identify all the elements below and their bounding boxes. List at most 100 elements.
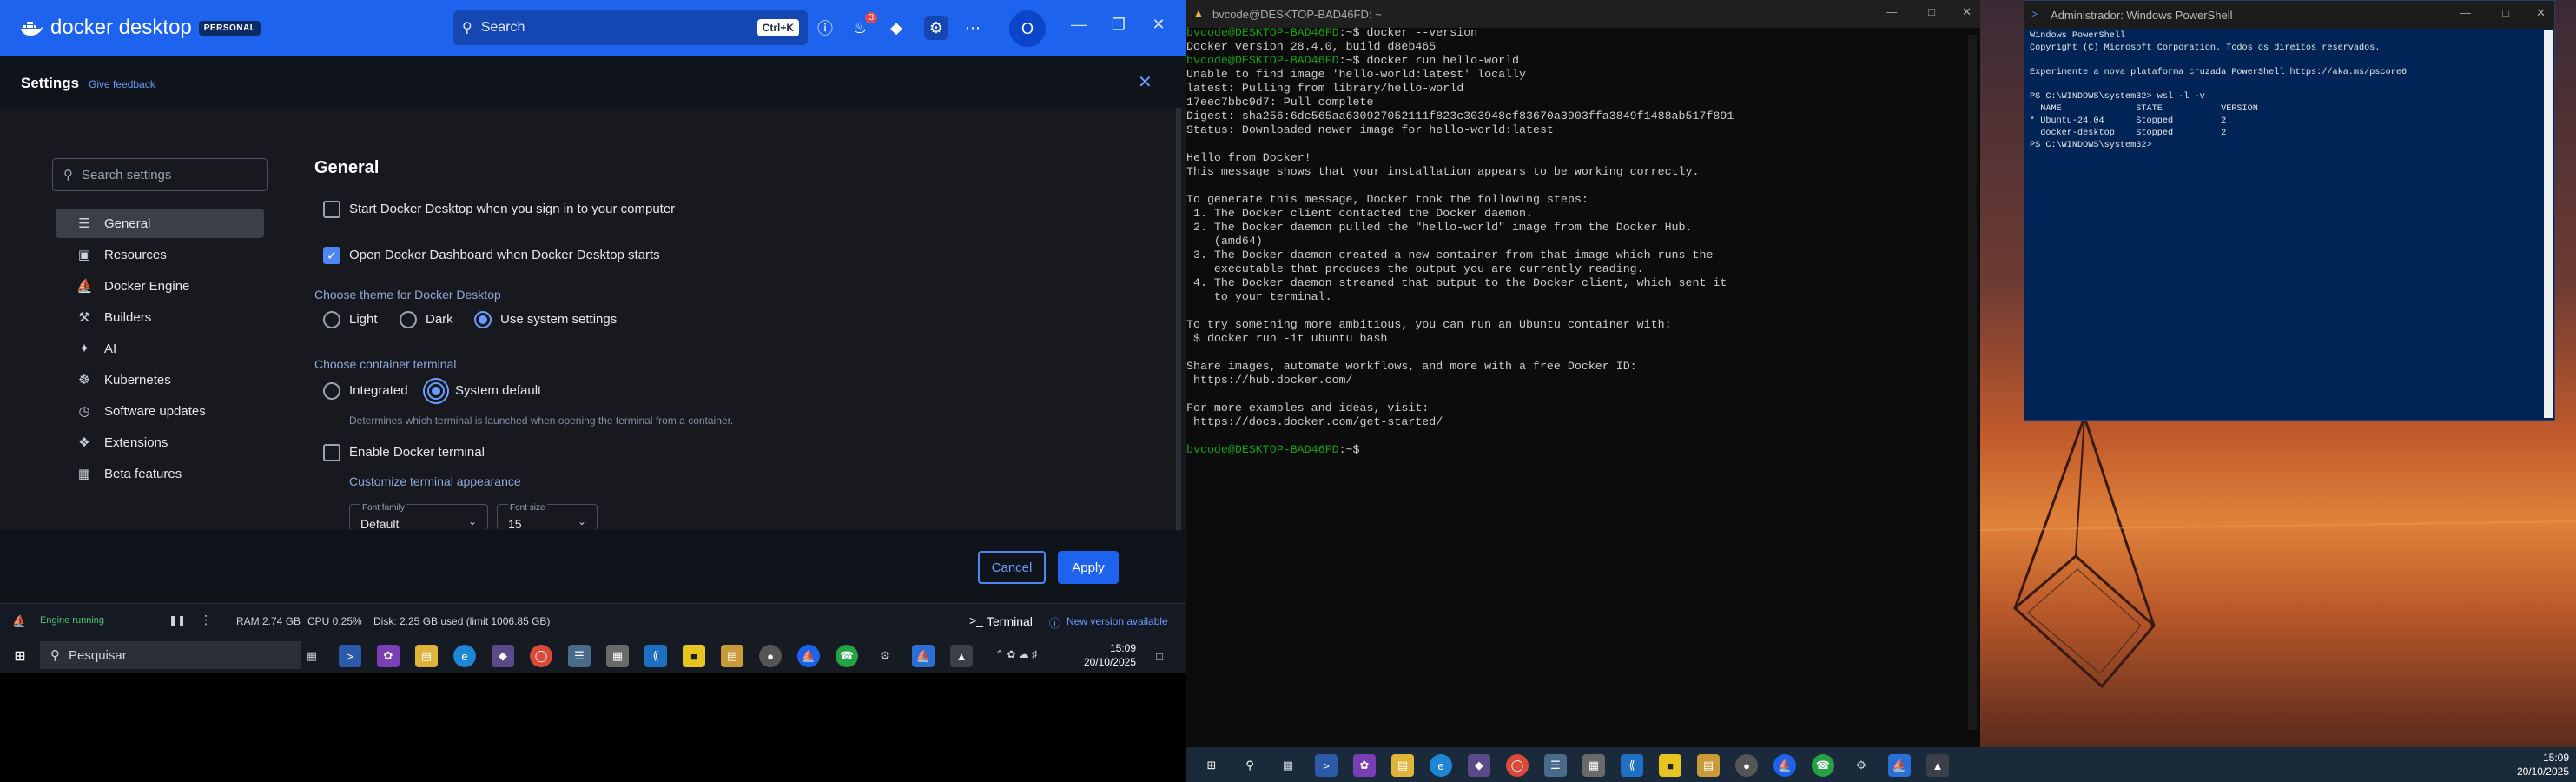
docker-active-icon[interactable]: ⛵ bbox=[912, 645, 935, 667]
windows-start-icon[interactable]: ⊞ bbox=[1200, 754, 1223, 777]
font-size-select[interactable]: Font size 15 ⌄ bbox=[497, 503, 598, 531]
terminal-icon: >_ bbox=[969, 613, 983, 627]
scrollbar[interactable] bbox=[1176, 108, 1181, 530]
theme-light-radio[interactable] bbox=[323, 311, 340, 328]
maximize-icon[interactable]: ❐ bbox=[1108, 16, 1129, 34]
calculator-icon[interactable]: ▦ bbox=[1582, 754, 1605, 777]
docker-icon[interactable]: ⛵ bbox=[797, 645, 820, 667]
theme-system-radio[interactable] bbox=[474, 311, 492, 328]
app-icon[interactable]: ◆ bbox=[1468, 754, 1490, 777]
settings-icon[interactable]: ⚙ bbox=[874, 645, 896, 667]
bell-icon[interactable]: ♨ 3 bbox=[848, 12, 877, 40]
close-settings-icon[interactable]: ✕ bbox=[1138, 71, 1153, 93]
linux-icon[interactable]: ▲ bbox=[1926, 754, 1949, 777]
maximize-icon[interactable]: □ bbox=[1928, 5, 1935, 18]
windows-start-icon[interactable]: ⊞ bbox=[9, 645, 31, 667]
sidebar-item-kubernetes[interactable]: ☸ Kubernetes bbox=[56, 365, 264, 394]
github-icon[interactable]: ● bbox=[759, 645, 782, 667]
apply-button[interactable]: Apply bbox=[1058, 551, 1119, 584]
sidebar-item-docker-engine[interactable]: ⛵ Docker Engine bbox=[56, 271, 264, 301]
global-search[interactable]: ⚲ Search Ctrl+K bbox=[453, 10, 808, 45]
app-icon[interactable]: ◆ bbox=[492, 645, 514, 667]
sidebar-item-builders[interactable]: ⚒ Builders bbox=[56, 302, 264, 332]
powershell-icon[interactable]: > bbox=[1315, 754, 1338, 777]
cancel-button[interactable]: Cancel bbox=[978, 551, 1046, 584]
terminal-integrated-radio[interactable] bbox=[323, 382, 340, 400]
powershell-scrollbar[interactable] bbox=[2544, 30, 2553, 418]
terminal-system-radio[interactable] bbox=[423, 378, 449, 404]
sidebar-item-beta-features[interactable]: ▦ Beta features bbox=[56, 459, 264, 488]
sidebar-item-resources[interactable]: ▣ Resources bbox=[56, 240, 264, 269]
open-dashboard-label: Open Docker Dashboard when Docker Deskto… bbox=[349, 248, 660, 262]
sidebar-item-general[interactable]: ☰ General bbox=[56, 209, 264, 238]
task-view-icon[interactable]: ▦ bbox=[1277, 754, 1299, 777]
avatar[interactable]: O bbox=[1009, 10, 1046, 47]
settings-icon[interactable]: ⚙ bbox=[1850, 754, 1873, 777]
edge-icon[interactable]: e bbox=[453, 645, 476, 667]
calculator-icon[interactable]: ▦ bbox=[606, 645, 629, 667]
powershell-icon: > bbox=[2031, 8, 2038, 20]
help-icon[interactable]: ⓘ bbox=[813, 16, 837, 40]
minimize-icon[interactable]: — bbox=[1068, 16, 1089, 34]
explorer-icon[interactable]: ▤ bbox=[1697, 754, 1720, 777]
tray-icons[interactable]: ⌃ ✿ ☁ ♯ bbox=[995, 648, 1037, 660]
vscode-icon[interactable]: ⟪ bbox=[644, 645, 667, 667]
settings-gear-icon[interactable]: ⚙ bbox=[924, 16, 948, 40]
minimize-icon[interactable]: — bbox=[2460, 6, 2471, 19]
sidebar-item-extensions[interactable]: ❖ Extensions bbox=[56, 427, 264, 457]
theme-dark-radio[interactable] bbox=[400, 311, 417, 328]
sidebar-item-software-updates[interactable]: ◷ Software updates bbox=[56, 396, 264, 426]
sidebar-item-ai[interactable]: ✦ AI bbox=[56, 334, 264, 363]
more-menu-icon[interactable]: ⋮ bbox=[200, 613, 212, 627]
linux-icon[interactable]: ▲ bbox=[950, 645, 973, 667]
notification-center-icon[interactable]: □ bbox=[1148, 645, 1171, 667]
start-on-signin-checkbox[interactable] bbox=[323, 201, 340, 218]
taskbar-search[interactable]: ⚲ Pesquisar bbox=[40, 641, 301, 669]
notes-icon[interactable]: ☰ bbox=[568, 645, 591, 667]
github-icon[interactable]: ● bbox=[1735, 754, 1758, 777]
whatsapp-icon[interactable]: ☎ bbox=[836, 645, 858, 667]
folder-icon[interactable]: ▤ bbox=[415, 645, 438, 667]
minimize-icon[interactable]: — bbox=[1886, 5, 1897, 18]
taskbar-search-placeholder: Pesquisar bbox=[69, 647, 127, 663]
close-icon[interactable]: ✕ bbox=[1962, 5, 1972, 19]
explorer-icon[interactable]: ▤ bbox=[721, 645, 743, 667]
docker-icon[interactable]: ⛵ bbox=[1773, 754, 1796, 777]
font-family-select[interactable]: Font family Default ⌄ bbox=[349, 503, 488, 531]
enable-terminal-checkbox[interactable] bbox=[323, 444, 340, 461]
task-view-icon[interactable]: ▦ bbox=[301, 645, 323, 667]
feather-app-icon[interactable]: ✿ bbox=[1353, 754, 1376, 777]
sticky-notes-icon[interactable]: ■ bbox=[1659, 754, 1681, 777]
search-icon: ⚲ bbox=[462, 21, 472, 36]
sticky-notes-icon[interactable]: ■ bbox=[683, 645, 705, 667]
settings-search-input[interactable]: ⚲ Search settings bbox=[52, 158, 268, 191]
vscode-icon[interactable]: ⟪ bbox=[1621, 754, 1643, 777]
terminal-button[interactable]: Terminal bbox=[987, 614, 1033, 628]
search-icon[interactable]: ⚲ bbox=[1238, 754, 1261, 777]
chrome-icon[interactable]: ◯ bbox=[530, 645, 552, 667]
open-dashboard-checkbox[interactable]: ✓ bbox=[323, 247, 340, 264]
terminal-line: latest: Pulling from library/hello-world bbox=[1186, 82, 1464, 95]
whatsapp-icon[interactable]: ☎ bbox=[1812, 754, 1834, 777]
feather-app-icon[interactable]: ✿ bbox=[377, 645, 400, 667]
edge-icon[interactable]: e bbox=[1430, 754, 1452, 777]
maximize-icon[interactable]: □ bbox=[2502, 6, 2509, 19]
terminal-scrollbar[interactable] bbox=[1968, 35, 1977, 730]
notes-icon[interactable]: ☰ bbox=[1544, 754, 1567, 777]
new-version-link[interactable]: New version available bbox=[1067, 615, 1168, 627]
font-size-value: 15 bbox=[508, 517, 522, 531]
learning-icon[interactable]: ◆ bbox=[884, 16, 908, 40]
chrome-icon[interactable]: ◯ bbox=[1506, 754, 1529, 777]
pause-icon[interactable]: ❚❚ bbox=[168, 614, 186, 626]
enable-terminal-label: Enable Docker terminal bbox=[349, 445, 485, 460]
powershell-output[interactable]: Windows PowerShell Copyright (C) Microsof… bbox=[2030, 30, 2407, 152]
folder-icon[interactable]: ▤ bbox=[1391, 754, 1414, 777]
docker-active-icon[interactable]: ⛵ bbox=[1888, 754, 1911, 777]
close-icon[interactable]: ✕ bbox=[2536, 6, 2546, 20]
terminal-output[interactable]: bvcode@DESKTOP-BAD46FD:~$ docker --versi… bbox=[1186, 26, 1951, 457]
taskbar-clock: 15:09 20/10/2025 bbox=[1075, 641, 1136, 669]
apps-grid-icon[interactable]: ⋯ bbox=[961, 16, 985, 40]
close-icon[interactable]: ✕ bbox=[1148, 16, 1169, 34]
powershell-icon[interactable]: > bbox=[339, 645, 361, 667]
give-feedback-link[interactable]: Give feedback bbox=[89, 78, 155, 90]
